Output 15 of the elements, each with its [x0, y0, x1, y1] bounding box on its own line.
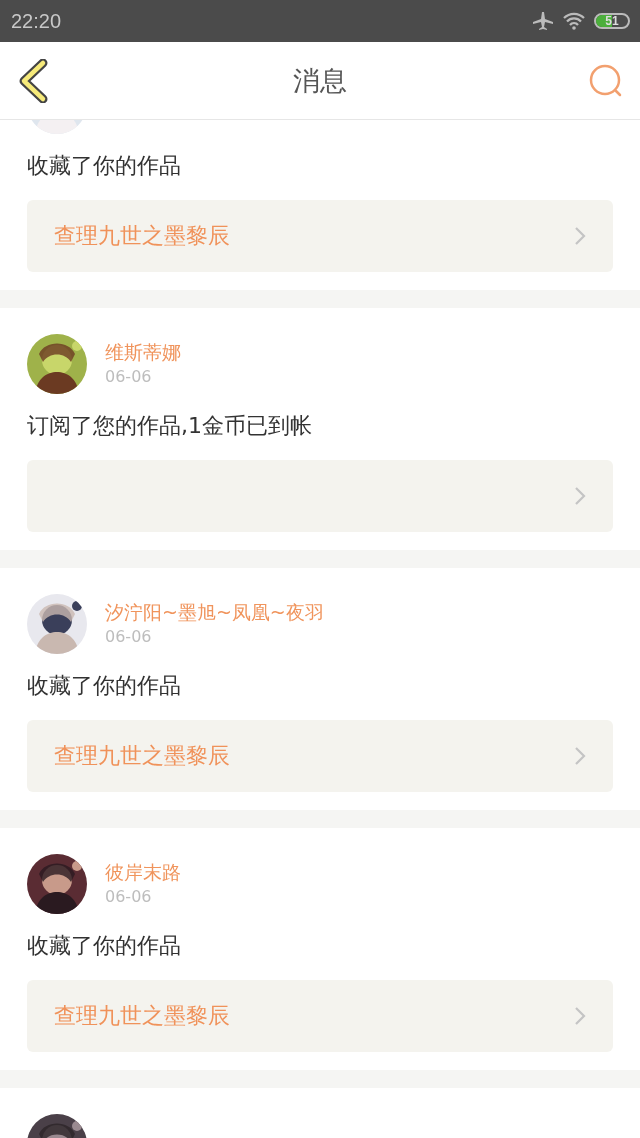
- message-date: 06-06: [105, 366, 153, 388]
- user-name[interactable]: 汐泞阳~墨旭~凤凰~夜羽: [105, 599, 324, 625]
- message-text: 收藏了你的作品: [27, 152, 182, 180]
- status-time: 22:20: [11, 9, 62, 33]
- message-text: 订阅了您的作品,1金币已到帐: [27, 412, 313, 440]
- user-name[interactable]: 维斯蒂娜: [105, 339, 181, 365]
- work-link[interactable]: 查理九世之墨黎辰: [27, 980, 613, 1052]
- message-text: 收藏了你的作品: [27, 672, 182, 700]
- work-link[interactable]: 查理九世之墨黎辰: [27, 720, 613, 792]
- message-date: 06-06: [105, 886, 153, 908]
- user-name[interactable]: 彼岸末路: [105, 859, 181, 885]
- message-date: 06-06: [105, 626, 153, 648]
- work-link[interactable]: 查理九世之墨黎辰: [27, 200, 613, 272]
- page-title: 消息: [292, 63, 348, 98]
- message-text: 收藏了你的作品: [27, 932, 182, 960]
